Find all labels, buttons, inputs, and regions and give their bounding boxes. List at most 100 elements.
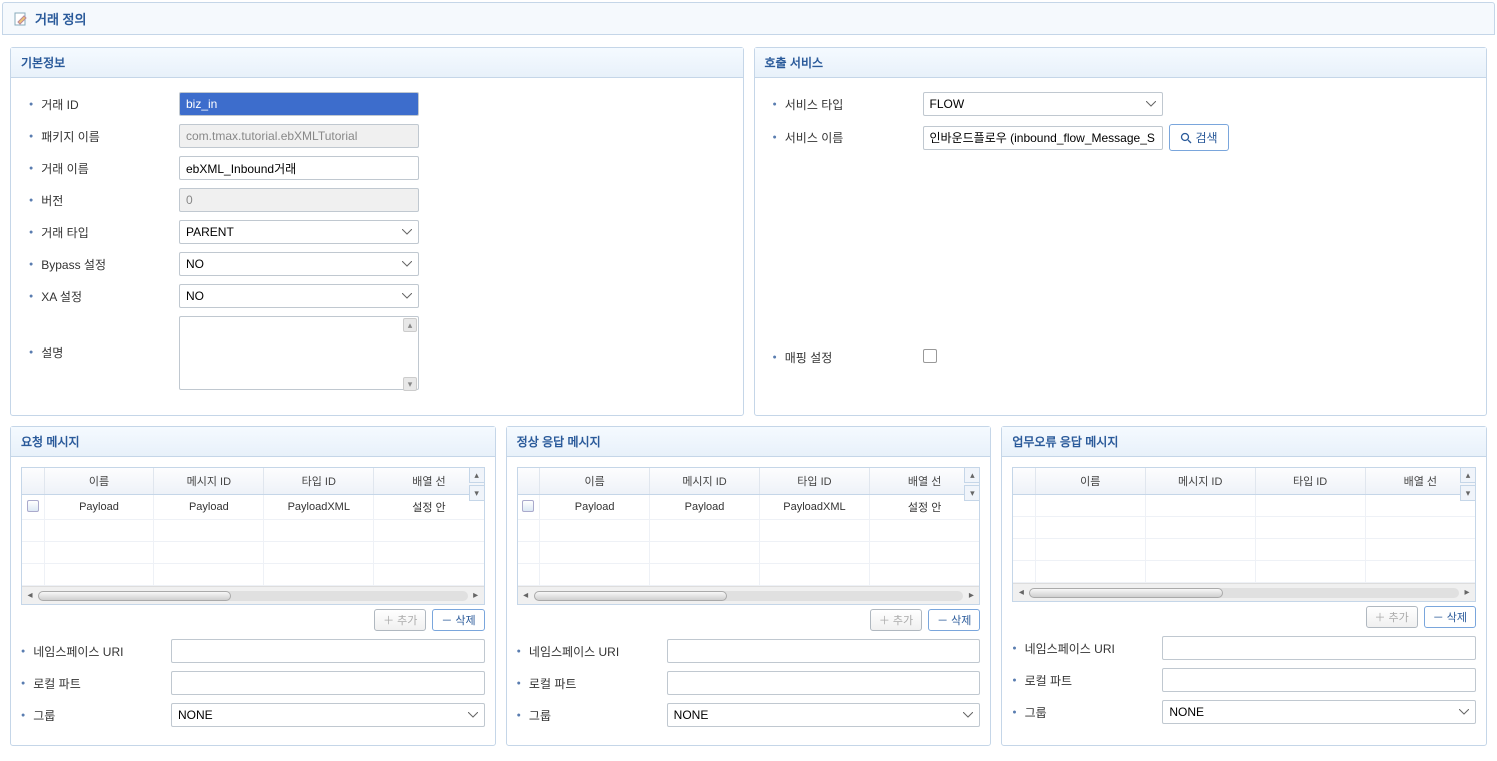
panel-normal-resp: 정상 응답 메시지 ▴ ▾ 이름 메시지 ID 타입 ID 배열 선 Paylo… [506, 426, 992, 746]
label-ns-uri: 네임스페이스 URI [1012, 640, 1162, 657]
col-array: 배열 선 [1365, 468, 1475, 495]
col-type-id: 타입 ID [264, 468, 374, 495]
panel-basic-info: 기본정보 거래 ID 패키지 이름 거래 이름 버전 거래 타입 PARENT [10, 47, 744, 416]
label-tx-type: 거래 타입 [29, 224, 179, 241]
col-msg-id: 메시지 ID [1145, 468, 1255, 495]
hscrollbar[interactable]: ◂▸ [1013, 583, 1475, 601]
add-button[interactable]: ＋추가 [1366, 606, 1418, 628]
table-scroll-down[interactable]: ▾ [469, 485, 485, 501]
table-row[interactable] [1013, 561, 1475, 583]
minus-icon: － [937, 612, 948, 628]
label-package: 패키지 이름 [29, 128, 179, 145]
plus-icon: ＋ [383, 612, 394, 628]
select-xa[interactable]: NO [179, 284, 419, 308]
select-bypass[interactable]: NO [179, 252, 419, 276]
label-svc-type: 서비스 타입 [773, 96, 923, 113]
label-tx-id: 거래 ID [29, 96, 179, 113]
select-tx-type[interactable]: PARENT [179, 220, 419, 244]
panel-header-error: 업무오류 응답 메시지 [1002, 427, 1486, 457]
label-svc-name: 서비스 이름 [773, 129, 923, 146]
input-svc-name[interactable] [923, 126, 1163, 150]
panel-header-basic: 기본정보 [11, 48, 743, 78]
label-bypass: Bypass 설정 [29, 256, 179, 273]
input-local-part-req[interactable] [171, 671, 485, 695]
table-row[interactable] [22, 520, 484, 542]
minus-icon: － [1433, 609, 1444, 625]
panel-call-service: 호출 서비스 서비스 타입 FLOW 서비스 이름 검색 매핑 설정 [754, 47, 1488, 416]
table-row[interactable] [22, 542, 484, 564]
edit-icon [13, 11, 29, 27]
hscrollbar[interactable]: ◂▸ [518, 586, 980, 604]
input-ns-uri-req[interactable] [171, 639, 485, 663]
label-ns-uri: 네임스페이스 URI [21, 643, 171, 660]
panel-header-service: 호출 서비스 [755, 48, 1487, 78]
add-button[interactable]: ＋추가 [374, 609, 426, 631]
search-button-label: 검색 [1196, 129, 1218, 146]
search-button[interactable]: 검색 [1169, 124, 1229, 151]
panel-request-msg: 요청 메시지 ▴ ▾ 이름 메시지 ID 타입 ID 배열 선 Payload … [10, 426, 496, 746]
input-package [179, 124, 419, 148]
table-error: 이름 메시지 ID 타입 ID 배열 선 [1013, 468, 1475, 583]
select-group-norm[interactable]: NONE [667, 703, 981, 727]
table-request: 이름 메시지 ID 타입 ID 배열 선 Payload Payload Pay… [22, 468, 484, 586]
page-title: 거래 정의 [35, 9, 86, 28]
table-scroll-up[interactable]: ▴ [469, 467, 485, 483]
table-row[interactable] [518, 542, 980, 564]
label-desc: 설명 [29, 344, 179, 361]
input-ns-uri-norm[interactable] [667, 639, 981, 663]
col-array: 배열 선 [869, 468, 979, 495]
table-row[interactable]: Payload Payload PayloadXML 설정 안 [518, 495, 980, 520]
textarea-desc[interactable] [179, 316, 419, 390]
search-icon [1180, 132, 1192, 144]
label-local-part: 로컬 파트 [517, 675, 667, 692]
table-row[interactable] [22, 564, 484, 586]
table-row[interactable] [1013, 539, 1475, 561]
hscrollbar[interactable]: ◂▸ [22, 586, 484, 604]
scroll-down-icon[interactable]: ▾ [403, 377, 417, 391]
select-svc-type[interactable]: FLOW [923, 92, 1163, 116]
label-group: 그룹 [517, 707, 667, 724]
select-group-err[interactable]: NONE [1162, 700, 1476, 724]
add-button[interactable]: ＋추가 [870, 609, 922, 631]
row-icon [27, 500, 39, 512]
input-local-part-err[interactable] [1162, 668, 1476, 692]
plus-icon: ＋ [879, 612, 890, 628]
label-local-part: 로컬 파트 [21, 675, 171, 692]
panel-header-request: 요청 메시지 [11, 427, 495, 457]
col-name: 이름 [44, 468, 154, 495]
table-scroll-up[interactable]: ▴ [1460, 467, 1476, 483]
label-group: 그룹 [1012, 704, 1162, 721]
label-xa: XA 설정 [29, 288, 179, 305]
label-local-part: 로컬 파트 [1012, 672, 1162, 689]
table-row[interactable]: Payload Payload PayloadXML 설정 안 [22, 495, 484, 520]
input-ns-uri-err[interactable] [1162, 636, 1476, 660]
table-row[interactable] [518, 564, 980, 586]
input-tx-name[interactable] [179, 156, 419, 180]
col-msg-id: 메시지 ID [650, 468, 760, 495]
minus-icon: － [441, 612, 452, 628]
delete-button[interactable]: －삭제 [1424, 606, 1476, 628]
table-scroll-down[interactable]: ▾ [1460, 485, 1476, 501]
checkbox-mapping[interactable] [923, 349, 937, 363]
table-row[interactable] [1013, 495, 1475, 517]
table-row[interactable] [518, 520, 980, 542]
table-scroll-up[interactable]: ▴ [964, 467, 980, 483]
input-tx-id[interactable] [179, 92, 419, 116]
input-version [179, 188, 419, 212]
row-icon [522, 500, 534, 512]
delete-button[interactable]: －삭제 [432, 609, 484, 631]
col-type-id: 타입 ID [1255, 468, 1365, 495]
col-msg-id: 메시지 ID [154, 468, 264, 495]
table-row[interactable] [1013, 517, 1475, 539]
table-scroll-down[interactable]: ▾ [964, 485, 980, 501]
label-mapping: 매핑 설정 [773, 349, 923, 366]
col-type-id: 타입 ID [759, 468, 869, 495]
input-local-part-norm[interactable] [667, 671, 981, 695]
col-name: 이름 [540, 468, 650, 495]
delete-button[interactable]: －삭제 [928, 609, 980, 631]
label-group: 그룹 [21, 707, 171, 724]
table-normal: 이름 메시지 ID 타입 ID 배열 선 Payload Payload Pay… [518, 468, 980, 586]
scroll-up-icon[interactable]: ▴ [403, 318, 417, 332]
plus-icon: ＋ [1375, 609, 1386, 625]
select-group-req[interactable]: NONE [171, 703, 485, 727]
